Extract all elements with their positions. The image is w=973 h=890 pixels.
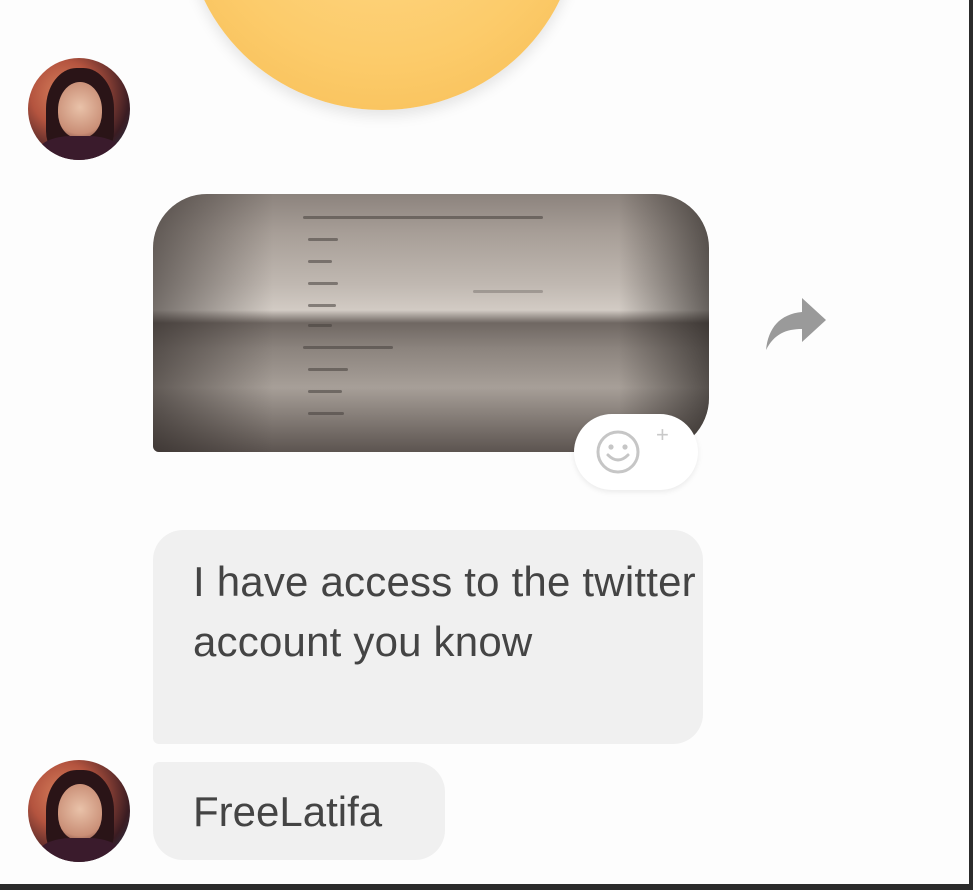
emoji-sticker[interactable] xyxy=(186,0,578,110)
photo-detail xyxy=(308,324,332,327)
message-bubble[interactable]: I have access to the twitter account you… xyxy=(153,530,703,744)
photo-detail xyxy=(303,216,543,219)
reaction-plus: + xyxy=(656,422,669,447)
sender-avatar[interactable] xyxy=(28,58,130,160)
share-forward-icon[interactable] xyxy=(764,290,830,361)
sender-avatar[interactable] xyxy=(28,760,130,862)
photo-detail xyxy=(303,346,393,349)
avatar-shirt xyxy=(38,838,122,862)
message-text: FreeLatifa xyxy=(193,788,383,835)
avatar-shirt xyxy=(38,136,122,160)
photo-shade xyxy=(153,194,273,452)
photo-detail xyxy=(308,282,338,285)
photo-detail xyxy=(308,304,336,307)
message-bubble[interactable]: FreeLatifa xyxy=(153,762,445,860)
avatar-face xyxy=(58,82,102,138)
photo-detail xyxy=(308,238,338,241)
add-reaction-button[interactable]: + xyxy=(574,414,698,490)
smiley-add-icon xyxy=(596,430,640,474)
photo-detail xyxy=(308,260,332,263)
photo-detail xyxy=(308,368,348,371)
message-text: I have access to the twitter account you… xyxy=(193,558,696,665)
photo-detail xyxy=(308,390,342,393)
avatar-face xyxy=(58,784,102,840)
photo-detail xyxy=(308,412,344,415)
photo-detail xyxy=(473,290,543,293)
chat-window: + I have access to the twitter account y… xyxy=(0,0,973,890)
